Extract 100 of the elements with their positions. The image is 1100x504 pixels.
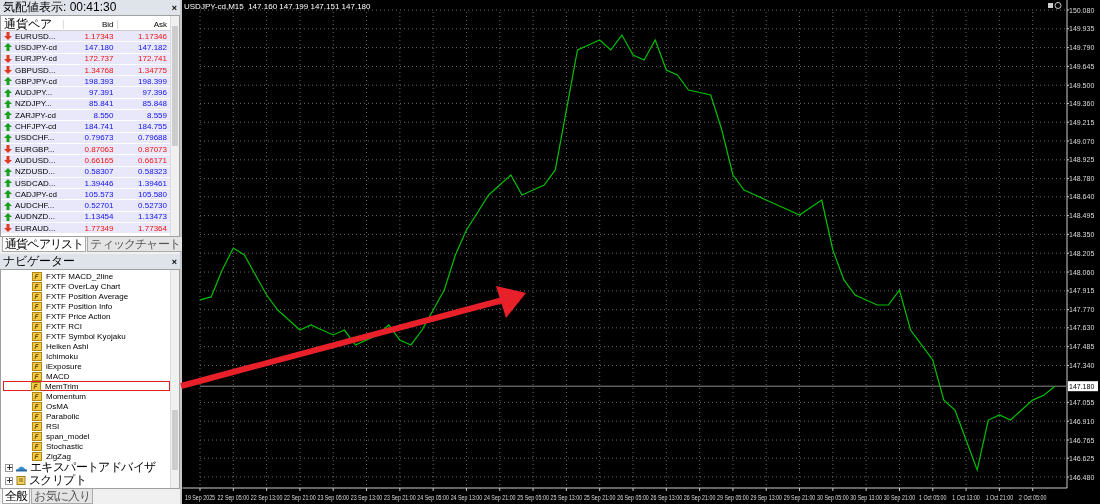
tree-item[interactable]: FXTF MACD_2line xyxy=(1,271,170,281)
tree-folder[interactable]: エキスパートアドバイザ xyxy=(30,461,156,474)
bid-price: 0.79673 xyxy=(83,133,115,143)
ask-price: 85.848 xyxy=(141,99,168,109)
symbol-label: ZARJPY-cd xyxy=(15,110,57,120)
ask-price: 0.52730 xyxy=(137,201,168,211)
tree-item[interactable]: FXTF Price Action xyxy=(1,311,170,321)
indicator-icon xyxy=(32,271,42,281)
close-button[interactable]: × xyxy=(171,2,177,13)
indicator-icon xyxy=(32,351,42,361)
ask-price: 1.34775 xyxy=(137,65,168,75)
bid-price: 105.573 xyxy=(83,189,115,199)
tab[interactable]: お気に入り xyxy=(31,489,94,504)
symbol-label: GBPUSD... xyxy=(15,65,56,75)
indicator-icon xyxy=(32,291,42,301)
indicator-icon xyxy=(32,331,42,341)
symbol-label: USDJPY-cd xyxy=(15,42,57,52)
indicator-icon xyxy=(32,311,42,321)
bid-price: 0.66165 xyxy=(83,155,115,165)
bid-price: 1.13454 xyxy=(83,212,115,222)
bid-price: 85.841 xyxy=(88,99,115,109)
indicator-icon xyxy=(32,401,42,411)
bid-price: 1.17343 xyxy=(83,31,115,41)
symbol-label: AUDUSD... xyxy=(15,155,56,165)
indicator-icon xyxy=(32,431,42,441)
symbol-label: USDCAD... xyxy=(15,178,56,188)
ask-price: 172.741 xyxy=(137,54,168,64)
tree-item[interactable]: FXTF Symbol Kyojaku xyxy=(1,331,170,341)
indicator-icon xyxy=(32,411,42,421)
panel-title: 気配値表示: 00:41:30 xyxy=(3,0,117,15)
ask-price: 147.182 xyxy=(137,42,168,52)
indicator-icon xyxy=(32,341,42,351)
tree-item[interactable]: FXTF Position Average xyxy=(1,291,170,301)
tree-item[interactable]: ZigZag xyxy=(1,451,170,461)
indicator-icon xyxy=(31,381,41,391)
symbol-label: EURGBP... xyxy=(15,144,55,154)
scrollbar[interactable] xyxy=(170,16,179,236)
tree-item[interactable]: FXTF OverLay Chart xyxy=(1,281,170,291)
expand-icon[interactable] xyxy=(5,463,13,472)
tab[interactable]: 通貨ペアリスト xyxy=(2,237,87,252)
ask-price: 8.559 xyxy=(145,110,168,120)
tree-item[interactable]: OsMA xyxy=(1,401,170,411)
column-header[interactable]: Bid xyxy=(63,20,117,29)
symbol-label: USDCHF... xyxy=(15,133,55,143)
bid-price: 172.737 xyxy=(83,54,115,64)
bid-price: 0.52701 xyxy=(83,201,115,211)
symbol-label: NZDUSD... xyxy=(15,167,55,177)
tree-item[interactable]: Momentum xyxy=(1,391,170,401)
ask-price: 198.399 xyxy=(137,76,168,86)
indicator-icon xyxy=(32,361,42,371)
tree-item[interactable]: span_model xyxy=(1,431,170,441)
tree-item[interactable]: MACD xyxy=(1,371,170,381)
tab[interactable]: ティックチャート xyxy=(87,237,183,252)
symbol-label: NZDJPY... xyxy=(15,99,52,109)
chart-menu-icon[interactable] xyxy=(1048,2,1062,9)
column-header[interactable]: 通貨ペア xyxy=(1,16,63,33)
symbol-label: EURUSD... xyxy=(15,31,56,41)
bid-price: 0.58307 xyxy=(83,167,115,177)
tree-item[interactable]: iExposure xyxy=(1,361,170,371)
indicator-icon xyxy=(32,301,42,311)
tree-item[interactable]: FXTF Position Info xyxy=(1,301,170,311)
bid-price: 97.391 xyxy=(88,88,115,98)
symbol-label: AUDCHF... xyxy=(15,201,55,211)
ask-price: 105.580 xyxy=(137,189,168,199)
tree-item[interactable]: Parabolic xyxy=(1,411,170,421)
tree-item[interactable]: Heiken Ashi xyxy=(1,341,170,351)
tree-folder[interactable]: スクリプト xyxy=(29,474,86,487)
close-button[interactable]: × xyxy=(171,256,177,267)
symbol-label: AUDNZD... xyxy=(15,212,55,222)
ask-price: 0.58323 xyxy=(137,167,168,177)
indicator-icon xyxy=(32,371,42,381)
ask-price: 97.396 xyxy=(141,88,168,98)
symbol-label: GBPJPY-cd xyxy=(15,76,57,86)
tree-item[interactable]: RSI xyxy=(1,421,170,431)
indicator-icon xyxy=(32,281,42,291)
scrollbar[interactable] xyxy=(170,270,179,488)
symbol-label: EURJPY-cd xyxy=(15,54,57,64)
tree-item[interactable]: Stochastic xyxy=(1,441,170,451)
expand-icon[interactable] xyxy=(5,476,13,485)
ask-price: 1.39461 xyxy=(137,178,168,188)
symbol-label: EURAUD... xyxy=(15,223,56,233)
panel-title: ナビゲーター xyxy=(3,254,75,269)
tree-item[interactable]: FXTF RCI xyxy=(1,321,170,331)
chart-title: USDJPY-cd,M15 147.160 147.199 147.151 147.180 xyxy=(184,2,371,11)
bid-price: 184.741 xyxy=(83,122,115,131)
bid-price: 0.87063 xyxy=(83,144,115,154)
bid-price: 1.34768 xyxy=(83,65,115,75)
ask-price: 1.77364 xyxy=(137,223,168,233)
tab[interactable]: 全般 xyxy=(2,489,31,504)
bid-price: 1.77349 xyxy=(83,223,115,233)
ask-price: 1.17346 xyxy=(137,31,168,41)
tree-item[interactable]: Ichimoku xyxy=(1,351,170,361)
indicator-icon xyxy=(32,441,42,451)
bid-price: 8.550 xyxy=(92,110,115,120)
highlighted-tree-item[interactable]: MemTrim xyxy=(3,381,170,391)
bid-price: 1.39446 xyxy=(83,178,115,188)
ask-price: 0.66171 xyxy=(137,155,168,165)
indicator-icon xyxy=(32,451,42,461)
bid-price: 198.393 xyxy=(83,76,115,86)
ask-price: 0.87073 xyxy=(137,144,168,154)
